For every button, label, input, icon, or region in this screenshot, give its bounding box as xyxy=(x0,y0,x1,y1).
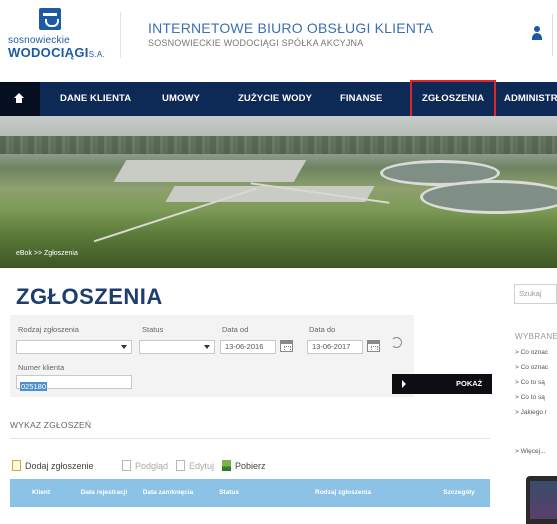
column-header-data-rejestracji[interactable]: Data rejestracji xyxy=(72,479,136,507)
sidebar-faq-link[interactable]: > Co oznac xyxy=(515,364,557,371)
download-label: Pobierz xyxy=(235,461,266,471)
nav-item-dane-klienta[interactable]: DANE KLIENTA xyxy=(60,82,131,116)
edit-icon xyxy=(176,460,185,471)
client-number-label: Numer klienta xyxy=(18,363,65,372)
sidebar-search-input[interactable]: Szukaj xyxy=(514,284,557,304)
edit-label: Edytuj xyxy=(189,461,215,471)
date-to-input[interactable]: 13-06-2017 xyxy=(307,340,363,354)
sidebar-more-link[interactable]: > Więcej... xyxy=(515,448,546,455)
add-request-label: Dodaj zgłoszenie xyxy=(25,461,94,471)
requests-table-header: Klient Data rejestracji Data zamknięcia … xyxy=(10,479,490,507)
mobile-app-promo-image[interactable] xyxy=(526,476,557,524)
sidebar-faq-heading: WYBRANE xyxy=(515,332,557,341)
portal-title: INTERNETOWE BIURO OBSŁUGI KLIENTA xyxy=(148,20,434,36)
rodzaj-select[interactable] xyxy=(16,340,132,354)
chevron-down-icon xyxy=(121,345,127,349)
edit-button[interactable]: Edytuj xyxy=(176,459,214,473)
logo-text-main: WODOCIĄGIS.A. xyxy=(8,45,106,60)
date-from-input[interactable]: 13-06-2016 xyxy=(220,340,276,354)
sidebar-faq-link[interactable]: > Co to są xyxy=(515,394,557,401)
column-header-data-zamkniecia[interactable]: Data zamknięcia xyxy=(136,479,200,507)
header-right-divider xyxy=(552,14,553,56)
download-icon xyxy=(222,460,231,471)
download-button[interactable]: Pobierz xyxy=(222,459,266,473)
play-arrow-icon xyxy=(402,380,406,388)
sidebar-faq-link[interactable]: > Co to są xyxy=(515,379,557,386)
calendar-icon[interactable] xyxy=(367,340,380,352)
date-from-label: Data od xyxy=(222,325,249,334)
client-number-value: 025180 xyxy=(20,382,48,391)
user-account-icon[interactable] xyxy=(531,26,543,40)
home-icon xyxy=(14,93,24,103)
calendar-icon[interactable] xyxy=(280,340,293,352)
sidebar-faq-link[interactable]: > Co oznac xyxy=(515,349,557,356)
reset-dates-icon[interactable] xyxy=(391,337,402,348)
nav-home-button[interactable] xyxy=(0,82,40,116)
section-divider xyxy=(10,438,490,439)
company-logo[interactable]: sosnowieckie WODOCIĄGIS.A. xyxy=(8,8,108,64)
column-header-szczegoly[interactable]: Szczegóły xyxy=(428,479,490,507)
nav-item-finanse[interactable]: FINANSE xyxy=(340,82,382,116)
hero-settling-pool xyxy=(165,186,375,202)
new-document-icon xyxy=(12,460,21,471)
status-select[interactable] xyxy=(139,340,215,354)
list-section-title: WYKAZ ZGŁOSZEŃ xyxy=(10,420,92,430)
hero-round-tank xyxy=(420,180,557,214)
portal-subtitle: SOSNOWIECKIE WODOCIĄGI SPÓŁKA AKCYJNA xyxy=(148,38,364,48)
status-label: Status xyxy=(142,325,164,334)
chevron-down-icon xyxy=(204,345,210,349)
show-button[interactable]: POKAŻ xyxy=(392,374,492,394)
add-request-button[interactable]: Dodaj zgłoszenie xyxy=(12,459,94,473)
client-number-input[interactable]: 025180 xyxy=(16,375,132,391)
nav-item-umowy[interactable]: UMOWY xyxy=(162,82,200,116)
water-drop-logo-icon xyxy=(39,8,61,30)
hero-settling-pool xyxy=(113,160,307,182)
breadcrumb[interactable]: eBok >> Zgłoszenia xyxy=(16,250,78,257)
sidebar-faq-link[interactable]: > Jakiego r xyxy=(515,409,557,416)
nav-item-administracja[interactable]: ADMINISTR xyxy=(504,82,557,116)
page-title: ZGŁOSZENIA xyxy=(16,284,163,309)
logo-suffix: S.A. xyxy=(88,50,106,59)
rodzaj-label: Rodzaj zgłoszenia xyxy=(18,325,79,334)
preview-label: Podgląd xyxy=(135,461,169,471)
column-header-status[interactable]: Status xyxy=(200,479,258,507)
phone-screen xyxy=(530,481,557,519)
active-nav-highlight xyxy=(410,80,496,118)
date-to-label: Data do xyxy=(309,325,336,334)
nav-item-zuzycie-wody[interactable]: ZUŻYCIE WODY xyxy=(238,82,312,116)
hero-banner-image xyxy=(0,116,557,268)
preview-button[interactable]: Podgląd xyxy=(122,459,168,473)
document-icon xyxy=(122,460,131,471)
show-button-label: POKAŻ xyxy=(456,379,483,388)
hero-treeline xyxy=(0,136,557,154)
column-header-klient[interactable]: Klient xyxy=(10,479,72,507)
column-header-rodzaj[interactable]: Rodzaj zgłoszenia xyxy=(258,479,428,507)
header-divider xyxy=(120,12,121,58)
